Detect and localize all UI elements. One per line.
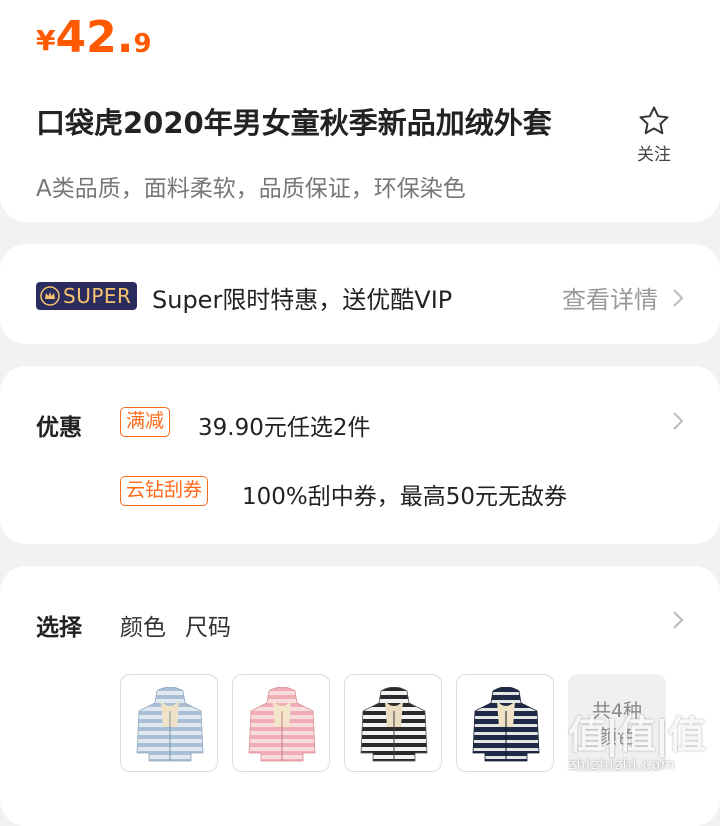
selection-label: 选择 xyxy=(36,615,82,641)
product-price: ¥42.9 xyxy=(36,12,152,63)
selection-card[interactable]: 选择 颜色 尺码 共4种 颜色 xyxy=(0,566,720,826)
jacket-navy-image xyxy=(472,687,540,762)
color-thumbnail-light-blue[interactable] xyxy=(120,674,218,772)
product-title: 口袋虎2020年男女童秋季新品加绒外套 xyxy=(36,106,552,140)
super-details-link[interactable]: 查看详情 xyxy=(562,280,684,315)
super-promo-card[interactable]: SUPER Super限时特惠，送优酷VIP 查看详情 xyxy=(0,244,720,344)
price-currency: ¥ xyxy=(36,24,56,57)
jacket-pink-image xyxy=(248,687,316,762)
favorite-button[interactable]: 关注 xyxy=(628,104,680,165)
promo-text-discount: 39.90元任选2件 xyxy=(198,415,371,441)
color-thumbnail-pink[interactable] xyxy=(232,674,330,772)
promo-tag-coupon: 云钻刮券 xyxy=(120,476,209,506)
promo-text-coupon: 100%刮中券，最高50元无敌券 xyxy=(242,484,568,510)
color-thumbnail-white-black[interactable] xyxy=(344,674,442,772)
promotions-card[interactable]: 优惠 满减 39.90元任选2件 云钻刮券 100%刮中券，最高50元无敌券 xyxy=(0,366,720,544)
price-decimal: 9 xyxy=(133,29,152,59)
jacket-white-black-image xyxy=(360,687,428,762)
product-subtitle: A类品质，面料柔软，品质保证，环保染色 xyxy=(36,176,466,202)
color-thumbnail-navy[interactable] xyxy=(456,674,554,772)
super-badge-label: SUPER xyxy=(63,284,132,308)
super-offer-text: Super限时特惠，送优酷VIP xyxy=(152,286,453,314)
jacket-light-blue-image xyxy=(136,687,204,762)
crown-icon xyxy=(40,286,60,306)
super-details-label: 查看详情 xyxy=(562,286,658,314)
price-integer: 42. xyxy=(55,12,134,63)
super-badge: SUPER xyxy=(36,282,138,310)
watermark-logo: 值|值|值 xyxy=(568,713,706,757)
watermark-url: zhizhizhi.com xyxy=(568,757,676,773)
favorite-label: 关注 xyxy=(637,145,671,165)
option-color: 颜色 xyxy=(120,615,166,641)
option-size: 尺码 xyxy=(185,615,231,641)
promo-tag-discount: 满减 xyxy=(120,407,171,437)
product-info-card: ¥42.9 口袋虎2020年男女童秋季新品加绒外套 A类品质，面料柔软，品质保证… xyxy=(0,0,720,222)
chevron-right-icon xyxy=(673,288,684,307)
star-outline-icon xyxy=(639,106,669,135)
chevron-right-icon[interactable] xyxy=(672,411,684,431)
promotions-label: 优惠 xyxy=(36,415,82,441)
chevron-right-icon[interactable] xyxy=(672,610,684,630)
watermark: 值|值|值 zhizhizhi.com xyxy=(568,704,718,773)
